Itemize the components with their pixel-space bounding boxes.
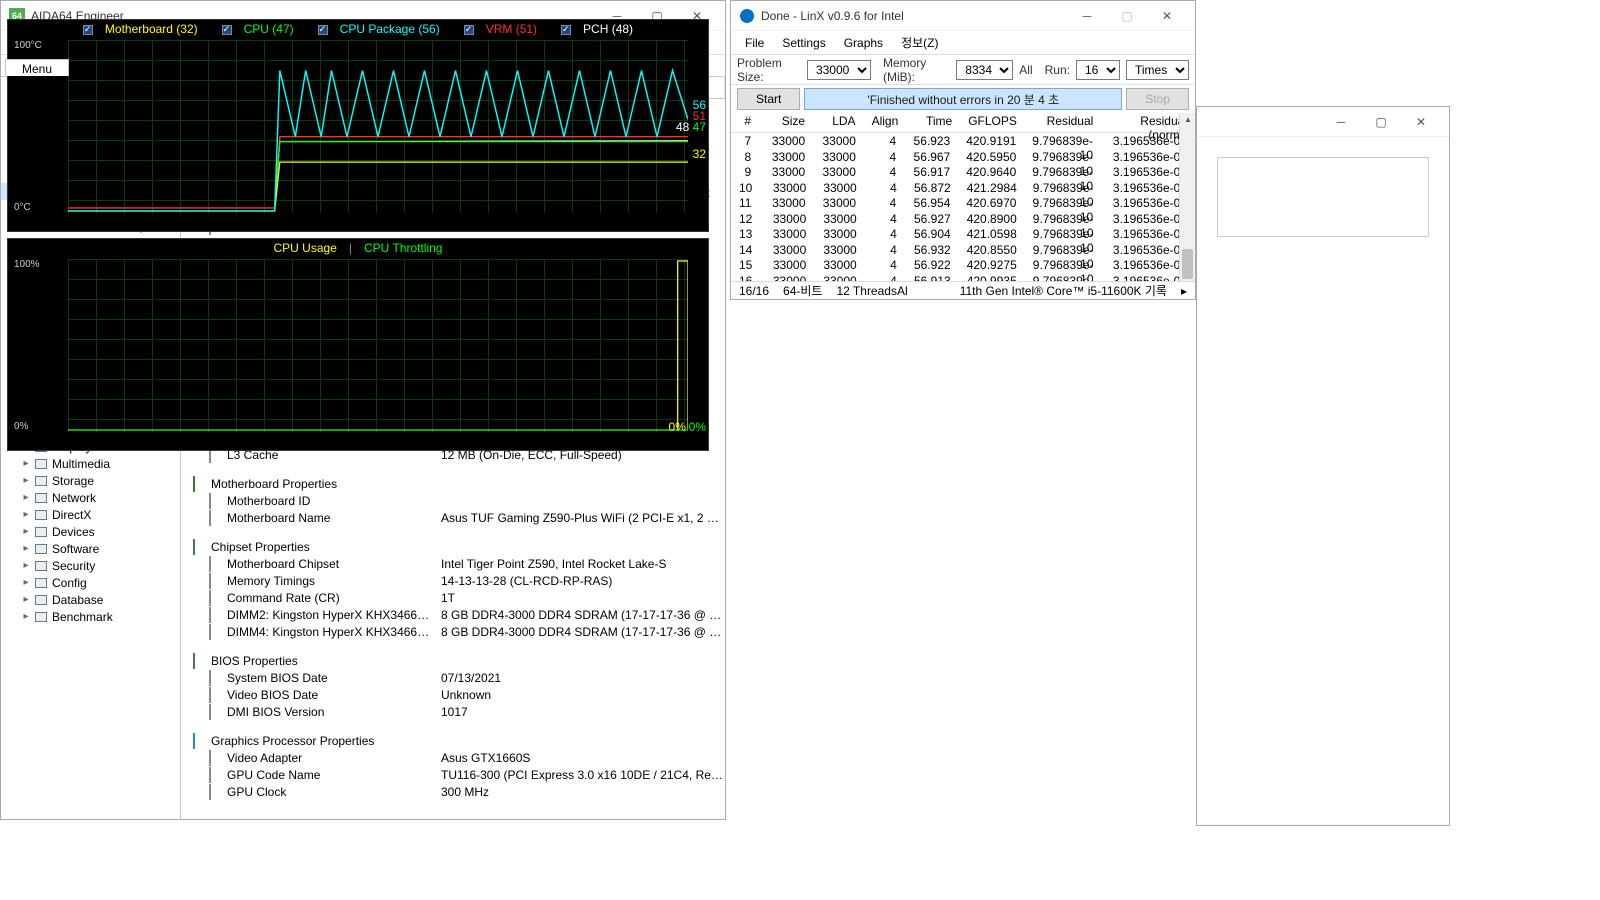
col-header[interactable]: Align [864,113,907,132]
label-all: All [1019,63,1032,77]
table-row[interactable]: 73300033000456.923420.91919.796839e-103.… [731,133,1195,149]
tree-item[interactable]: ▸DirectX [1,506,180,523]
col-header[interactable]: Time [906,113,960,132]
col-header[interactable]: LDA [813,113,864,132]
results-table[interactable]: #SizeLDAAlignTimeGFLOPSResidualResidual … [731,113,1195,281]
tree-item[interactable]: ▸Software [1,540,180,557]
temperature-graph: Motherboard (32) CPU (47) CPU Package (56)… [7,19,709,232]
toolbar: Problem Size: 33000 Memory (MiB): 8334 A… [731,55,1195,85]
label-memory: Memory (MiB): [883,56,950,84]
window-title: Done - LinX v0.9.6 for Intel [761,9,1067,23]
list-row[interactable]: GPU Code NameTU116-300 (PCI Express 3.0 … [181,766,725,783]
menubar: FileSettingsGraphs정보(Z) [731,31,1195,55]
menu-item[interactable]: File [737,33,772,53]
legend-item[interactable]: Motherboard (32) [77,22,204,36]
tree-item[interactable]: ▸Multimedia [1,455,180,472]
list-row[interactable]: DMI BIOS Version1017 [181,703,725,720]
close-button[interactable]: ✕ [1147,2,1187,30]
list-row[interactable]: Motherboard ID [181,492,725,509]
table-row[interactable]: 123300033000456.927420.89009.796839e-103… [731,211,1195,227]
list-row[interactable]: Video AdapterAsus GTX1660S [181,749,725,766]
table-row[interactable]: 93300033000456.917420.96409.796839e-103.… [731,164,1195,180]
titlebar[interactable]: Done - LinX v0.9.6 for Intel ─ ▢ ✕ [731,1,1195,31]
usage-graph: CPU Usage|CPU Throttling 100% 0% 0% 0% [7,238,709,451]
arch: 64-비트 [783,282,822,299]
threads: 12 ThreadsAl [836,284,907,298]
close-button[interactable]: ✕ [1401,108,1441,136]
col-header[interactable]: Size [759,113,813,132]
section-header: BIOS Properties [181,652,725,669]
run-select[interactable]: 16 [1076,60,1120,80]
status-bar: 'Finished without errors in 20 분 4 초 [804,88,1122,110]
y-bot: 0% [14,421,28,432]
y-bot: 0°C [14,202,31,213]
col-header[interactable]: # [731,113,759,132]
tree-item[interactable]: ▸Security [1,557,180,574]
menu-item[interactable]: Graphs [836,33,891,53]
list-row[interactable]: DIMM4: Kingston HyperX KHX3466C16D4/8GX8… [181,623,725,640]
list-row[interactable]: System BIOS Date07/13/2021 [181,669,725,686]
col-header[interactable]: GFLOPS [960,113,1025,132]
table-row[interactable]: 143300033000456.932420.85509.796839e-103… [731,242,1195,258]
legend-item[interactable]: VRM (51) [458,22,543,36]
cpu-name: 11th Gen Intel® Core™ i5-11600K 기록 [960,282,1167,299]
list-row[interactable]: Motherboard NameAsus TUF Gaming Z590-Plu… [181,509,725,526]
start-button[interactable]: Start [737,88,800,110]
list-row[interactable]: DIMM2: Kingston HyperX KHX3466C16D4/8GX8… [181,606,725,623]
tree-item[interactable]: ▸Storage [1,472,180,489]
table-row[interactable]: 163300033000456.913420.99359.796839e-103… [731,273,1195,282]
legend[interactable]: Motherboard (32) CPU (47) CPU Package (56)… [8,22,708,36]
legend-item[interactable]: PCH (48) [555,22,639,36]
legend: CPU Usage|CPU Throttling [8,241,708,255]
tab-menu[interactable]: Menu [5,59,69,76]
list-row[interactable]: Motherboard ChipsetIntel Tiger Point Z59… [181,555,725,572]
legend-item[interactable]: CPU Package (56) [312,22,446,36]
y-top: 100°C [14,40,42,51]
times-select[interactable]: Times [1126,60,1189,80]
menu-item[interactable]: 정보(Z) [893,31,946,54]
tree-item[interactable]: ▸Database [1,591,180,608]
section-header: Motherboard Properties [181,475,725,492]
label-run: Run: [1045,63,1070,77]
list-row[interactable]: Memory Timings14-13-13-28 (CL-RCD-RP-RAS… [181,572,725,589]
col-header[interactable]: Residual [1025,113,1101,132]
list-row[interactable]: Command Rate (CR)1T [181,589,725,606]
table-row[interactable]: 103300033000456.872421.29849.796839e-103… [731,180,1195,196]
memory-select[interactable]: 8334 [956,60,1013,80]
section-header: Graphics Processor Properties [181,732,725,749]
legend-item[interactable]: CPU (47) [216,22,300,36]
list-row[interactable]: Video BIOS DateUnknown [181,686,725,703]
list-row[interactable]: GPU Clock300 MHz [181,783,725,800]
progress: 16/16 [739,284,769,298]
linx-window: Done - LinX v0.9.6 for Intel ─ ▢ ✕ FileS… [730,0,1196,300]
stop-button[interactable]: Stop [1126,88,1189,110]
max-button[interactable]: ▢ [1361,108,1401,136]
label-problem-size: Problem Size: [737,56,801,84]
menu-item[interactable]: Settings [774,33,833,53]
hwmonitor-window: Motherboard (32) CPU (47) CPU Package (56)… [0,0,716,530]
section-header: Chipset Properties [181,538,725,555]
minimize-button[interactable]: ─ [1067,2,1107,30]
table-row[interactable]: 113300033000456.954420.69709.796839e-103… [731,195,1195,211]
tree-item[interactable]: ▸Config [1,574,180,591]
scrollbar[interactable]: ▲ [1179,113,1195,281]
problem-size-select[interactable]: 33000 [807,60,871,80]
status-footer: 16/16 64-비트 12 ThreadsAl 11th Gen Intel®… [731,281,1195,299]
table-row[interactable]: 153300033000456.922420.92759.796839e-103… [731,257,1195,273]
maximize-button[interactable]: ▢ [1107,2,1147,30]
table-row[interactable]: 83300033000456.967420.59509.796839e-103.… [731,149,1195,165]
y-top: 100% [14,259,40,270]
tree-item[interactable]: ▸Benchmark [1,608,180,625]
background-window: ─ ▢ ✕ [1196,106,1450,826]
tree-item[interactable]: ▸Devices [1,523,180,540]
intel-icon [739,8,755,24]
min-button[interactable]: ─ [1321,108,1361,136]
table-row[interactable]: 133300033000456.904421.05989.796839e-103… [731,226,1195,242]
tree-item[interactable]: ▸Network [1,489,180,506]
